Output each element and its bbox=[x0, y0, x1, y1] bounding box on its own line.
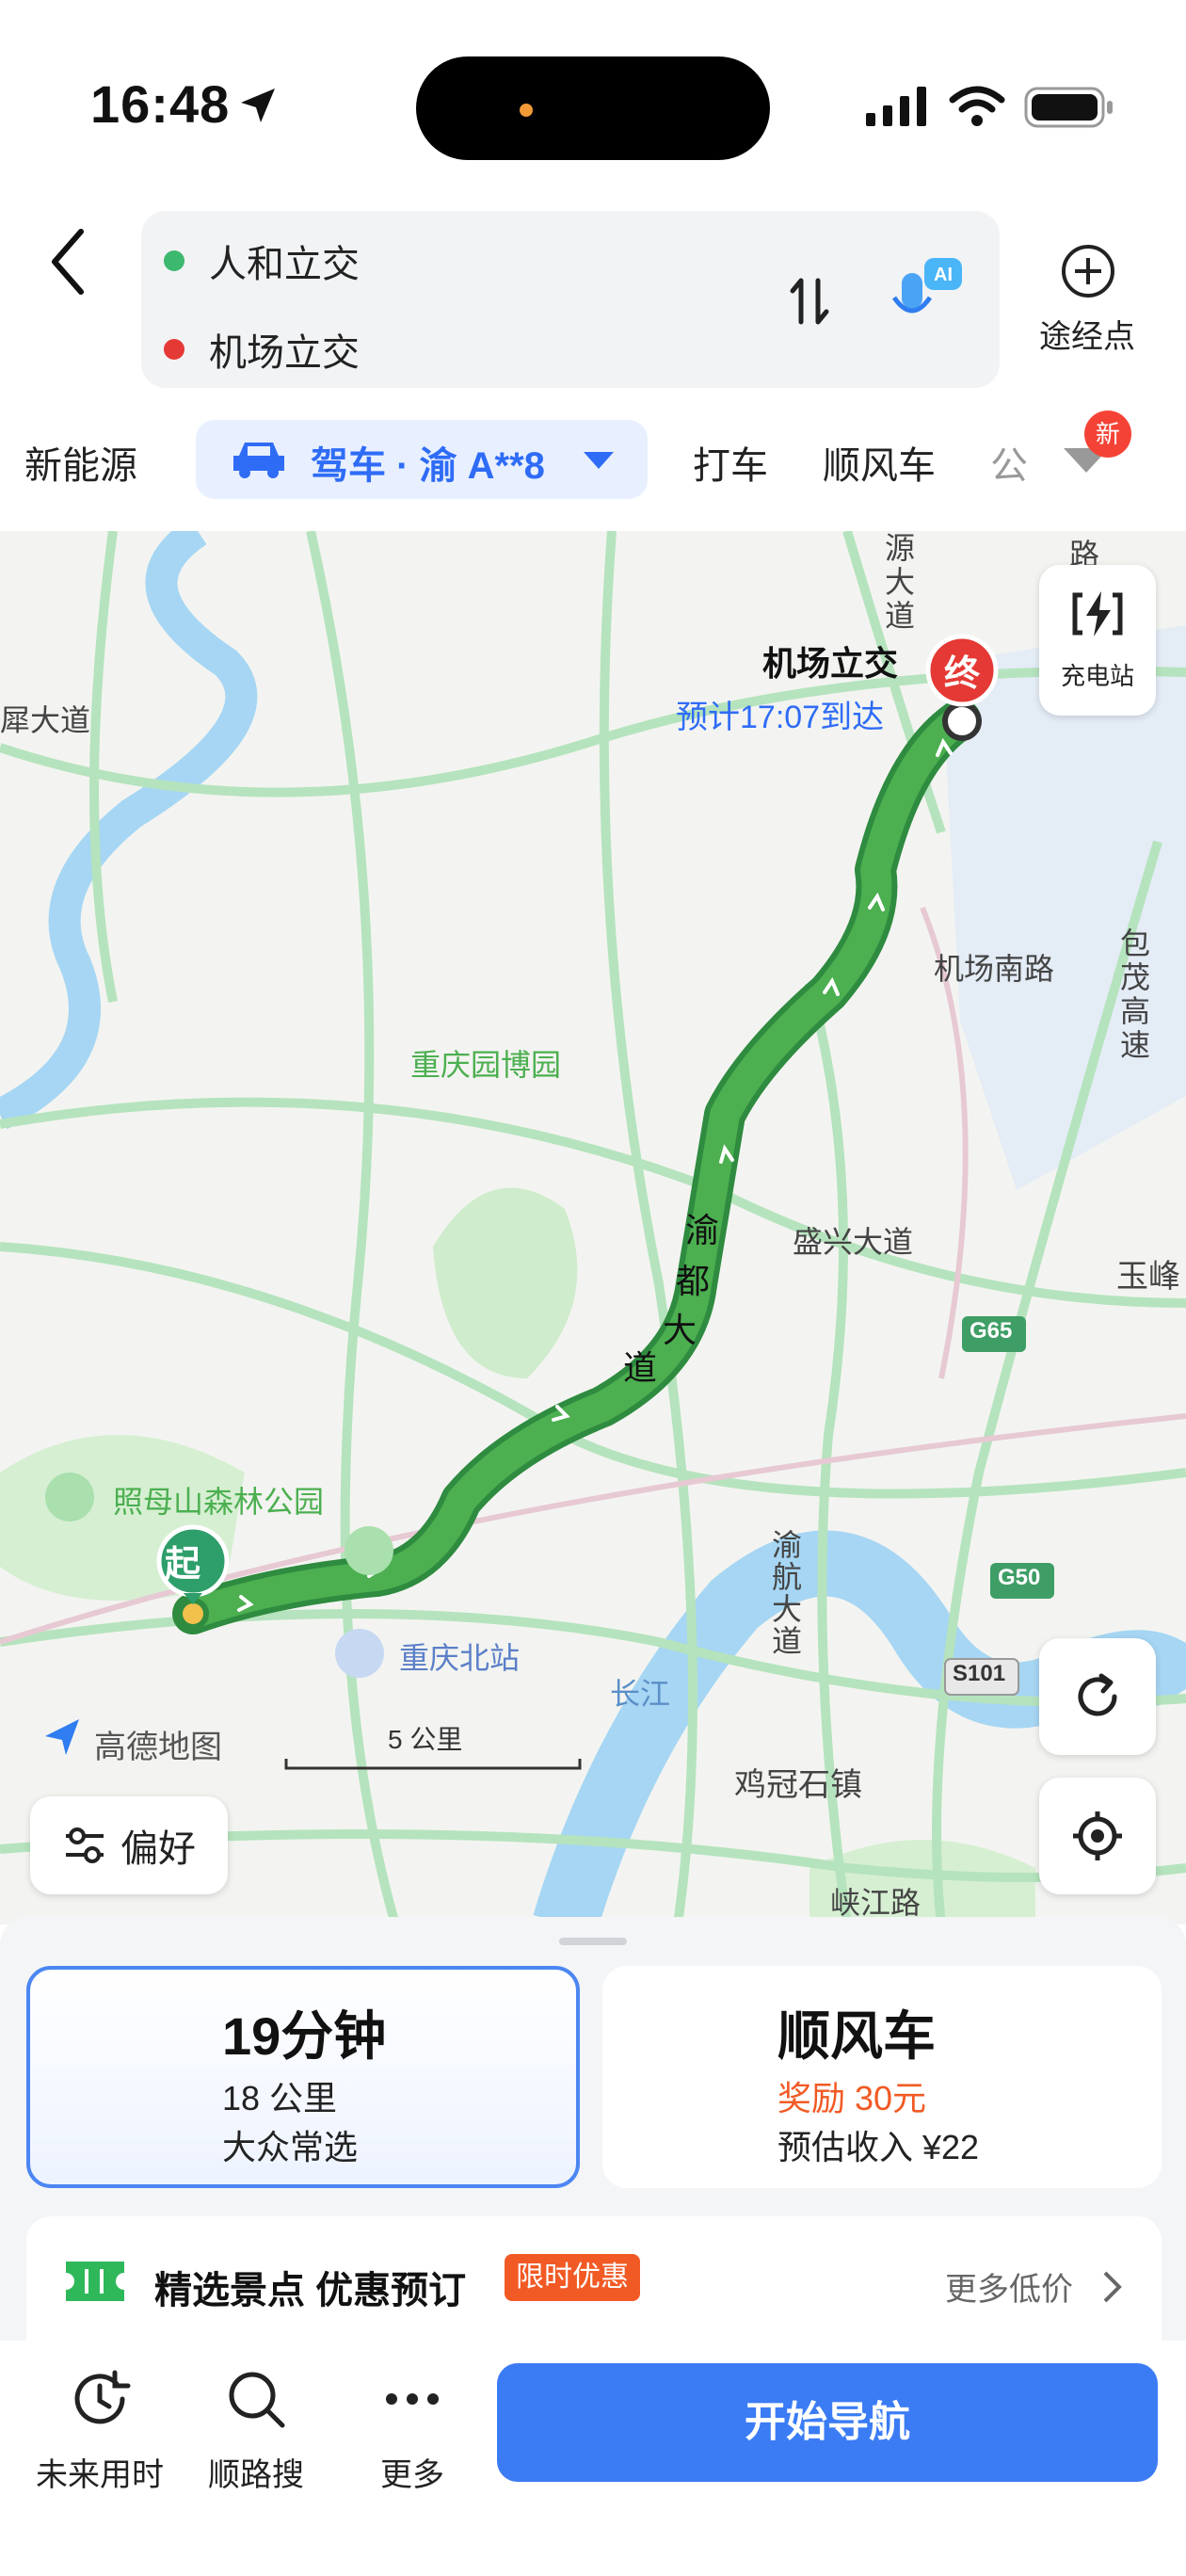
locate-button[interactable] bbox=[1039, 1778, 1156, 1894]
chevron-right-icon[interactable] bbox=[1101, 2269, 1124, 2305]
status-time: 16:48 bbox=[90, 74, 231, 134]
ai-label: AI bbox=[934, 265, 953, 285]
back-icon[interactable] bbox=[45, 226, 92, 298]
search-icon bbox=[229, 2372, 285, 2428]
river-jialing bbox=[0, 531, 258, 1130]
road-label-shengxing: 盛兴大道 bbox=[793, 1225, 914, 1259]
map-canvas bbox=[0, 531, 1186, 1924]
tab-driving-label: 驾车 · 渝 A**8 bbox=[311, 445, 545, 487]
more-button[interactable]: 更多 bbox=[346, 2365, 478, 2495]
search-along-label: 顺路搜 bbox=[208, 2457, 304, 2493]
sheet-handle[interactable] bbox=[559, 1938, 627, 1945]
scale-label: 5 公里 bbox=[388, 1725, 463, 1754]
poi-garden-expo[interactable]: 重庆园博园 bbox=[410, 1041, 561, 1085]
river-label-changjiang: 长江 bbox=[610, 1677, 671, 1711]
ai-voice-icon[interactable]: AI bbox=[889, 256, 964, 335]
origin-dot bbox=[164, 250, 184, 271]
station-poi-icon bbox=[335, 1629, 384, 1678]
route-tag: 大众常选 bbox=[222, 2128, 359, 2166]
tab-carpool[interactable]: 顺风车 bbox=[823, 435, 936, 490]
road-label-yudu-2: 都 bbox=[676, 1262, 711, 1300]
more-label: 更多 bbox=[380, 2457, 444, 2493]
route-distance: 18 公里 bbox=[222, 2079, 338, 2117]
end-marker-label: 终 bbox=[944, 654, 981, 694]
road-label-xiaxi: 犀大道 bbox=[0, 703, 91, 737]
destination-label: 机场立交 bbox=[762, 644, 899, 683]
ticket-icon bbox=[66, 2262, 124, 2301]
swap-vertical-icon[interactable] bbox=[789, 275, 830, 328]
signal-icon bbox=[866, 87, 926, 126]
start-navigation-button[interactable]: 开始导航 bbox=[497, 2363, 1158, 2482]
locate-icon bbox=[1073, 1811, 1122, 1860]
amap-logo-icon bbox=[45, 1719, 79, 1755]
car-icon bbox=[233, 443, 284, 478]
origin-field[interactable]: 人和立交 bbox=[164, 233, 360, 288]
poi-zhaomushan[interactable]: 照母山森林公园 bbox=[113, 1478, 324, 1521]
tab-bus[interactable]: 公 bbox=[990, 435, 1028, 490]
town-label-jiguanshi: 鸡冠石镇 bbox=[734, 1767, 862, 1803]
park-poi-icon bbox=[45, 1473, 94, 1521]
new-badge: 新 bbox=[1084, 411, 1131, 458]
destination-text: 机场立交 bbox=[209, 332, 360, 374]
shield-label-g50: G50 bbox=[998, 1565, 1041, 1590]
road-label-yudu-3: 大 bbox=[663, 1311, 697, 1349]
amap-logo: 高德地图 bbox=[94, 1730, 222, 1765]
road-label-yudu-1: 渝 bbox=[685, 1211, 720, 1249]
park-poi-icon bbox=[345, 1526, 393, 1575]
charging-station-button[interactable]: 充电站 bbox=[1039, 565, 1156, 716]
charging-station-label: 充电站 bbox=[1060, 662, 1134, 690]
road-label-airport-south: 机场南路 bbox=[934, 952, 1055, 986]
tab-new-energy[interactable]: 新能源 bbox=[24, 435, 137, 490]
route-card-carpool[interactable]: 顺风车 奖励 30元 预估收入 ¥22 bbox=[602, 1966, 1162, 2188]
park-area bbox=[433, 1187, 578, 1378]
chevron-down-icon[interactable] bbox=[582, 450, 616, 471]
preference-label: 偏好 bbox=[120, 1828, 196, 1870]
carpool-title: 顺风车 bbox=[777, 2006, 936, 2066]
road-label-yuanda: 源大道 bbox=[885, 531, 916, 633]
road-label-yudu-4: 道 bbox=[623, 1348, 658, 1387]
scale-bar bbox=[284, 1759, 582, 1770]
destination-dot bbox=[164, 339, 184, 360]
promo-title: 精选景点 优惠预订 bbox=[154, 2270, 467, 2311]
location-arrow-icon bbox=[241, 89, 275, 122]
road-label-baomao: 包茂高速 bbox=[1120, 926, 1151, 1062]
clock-icon bbox=[74, 2370, 131, 2424]
tab-taxi[interactable]: 打车 bbox=[693, 435, 768, 490]
end-point bbox=[942, 701, 982, 741]
future-time-button[interactable]: 未来用时 bbox=[34, 2365, 166, 2495]
preference-button[interactable]: 偏好 bbox=[30, 1796, 228, 1894]
more-dots-icon bbox=[386, 2393, 439, 2405]
wifi-icon bbox=[949, 86, 1005, 126]
map-view[interactable]: 起 终 机场立交 预计17:07到达 重庆园博园 照母山森林公园 重庆北站 渝 … bbox=[0, 531, 1186, 1924]
carpool-income: 预估收入 ¥22 bbox=[777, 2128, 980, 2166]
eta-label: 预计17:07到达 bbox=[676, 700, 885, 735]
promo-tag: 限时优惠 bbox=[505, 2254, 640, 2301]
promo-banner[interactable]: 精选景点 优惠预订 限时优惠 更多低价 bbox=[26, 2216, 1162, 2358]
sliders-icon bbox=[66, 1827, 104, 1863]
refresh-icon bbox=[1078, 1673, 1117, 1716]
charging-bolt-icon bbox=[1072, 591, 1123, 636]
start-marker-label: 起 bbox=[165, 1545, 201, 1585]
promo-more[interactable]: 更多低价 bbox=[945, 2263, 1073, 2310]
privacy-indicator bbox=[520, 104, 533, 117]
poi-north-station[interactable]: 重庆北站 bbox=[399, 1634, 520, 1678]
route-duration: 19分钟 bbox=[222, 2006, 387, 2066]
start-point bbox=[177, 1598, 209, 1630]
future-time-label: 未来用时 bbox=[36, 2457, 164, 2493]
battery-icon bbox=[1024, 87, 1113, 128]
shield-label-g65: G65 bbox=[970, 1318, 1013, 1344]
route-card-fastest[interactable]: 19分钟 18 公里 大众常选 bbox=[26, 1966, 580, 2188]
waypoint-label[interactable]: 途经点 bbox=[1026, 311, 1148, 357]
origin-text: 人和立交 bbox=[209, 244, 360, 285]
search-along-button[interactable]: 顺路搜 bbox=[190, 2365, 322, 2495]
shield-label-s101: S101 bbox=[953, 1661, 1006, 1686]
road-label-yuhang: 渝航大道 bbox=[772, 1528, 803, 1658]
town-label-yufeng: 玉峰 bbox=[1116, 1259, 1180, 1295]
destination-field[interactable]: 机场立交 bbox=[164, 322, 360, 377]
add-waypoint-icon[interactable] bbox=[1060, 243, 1116, 299]
dynamic-island bbox=[416, 56, 770, 160]
carpool-reward: 奖励 30元 bbox=[777, 2079, 927, 2117]
refresh-button[interactable] bbox=[1039, 1638, 1156, 1755]
